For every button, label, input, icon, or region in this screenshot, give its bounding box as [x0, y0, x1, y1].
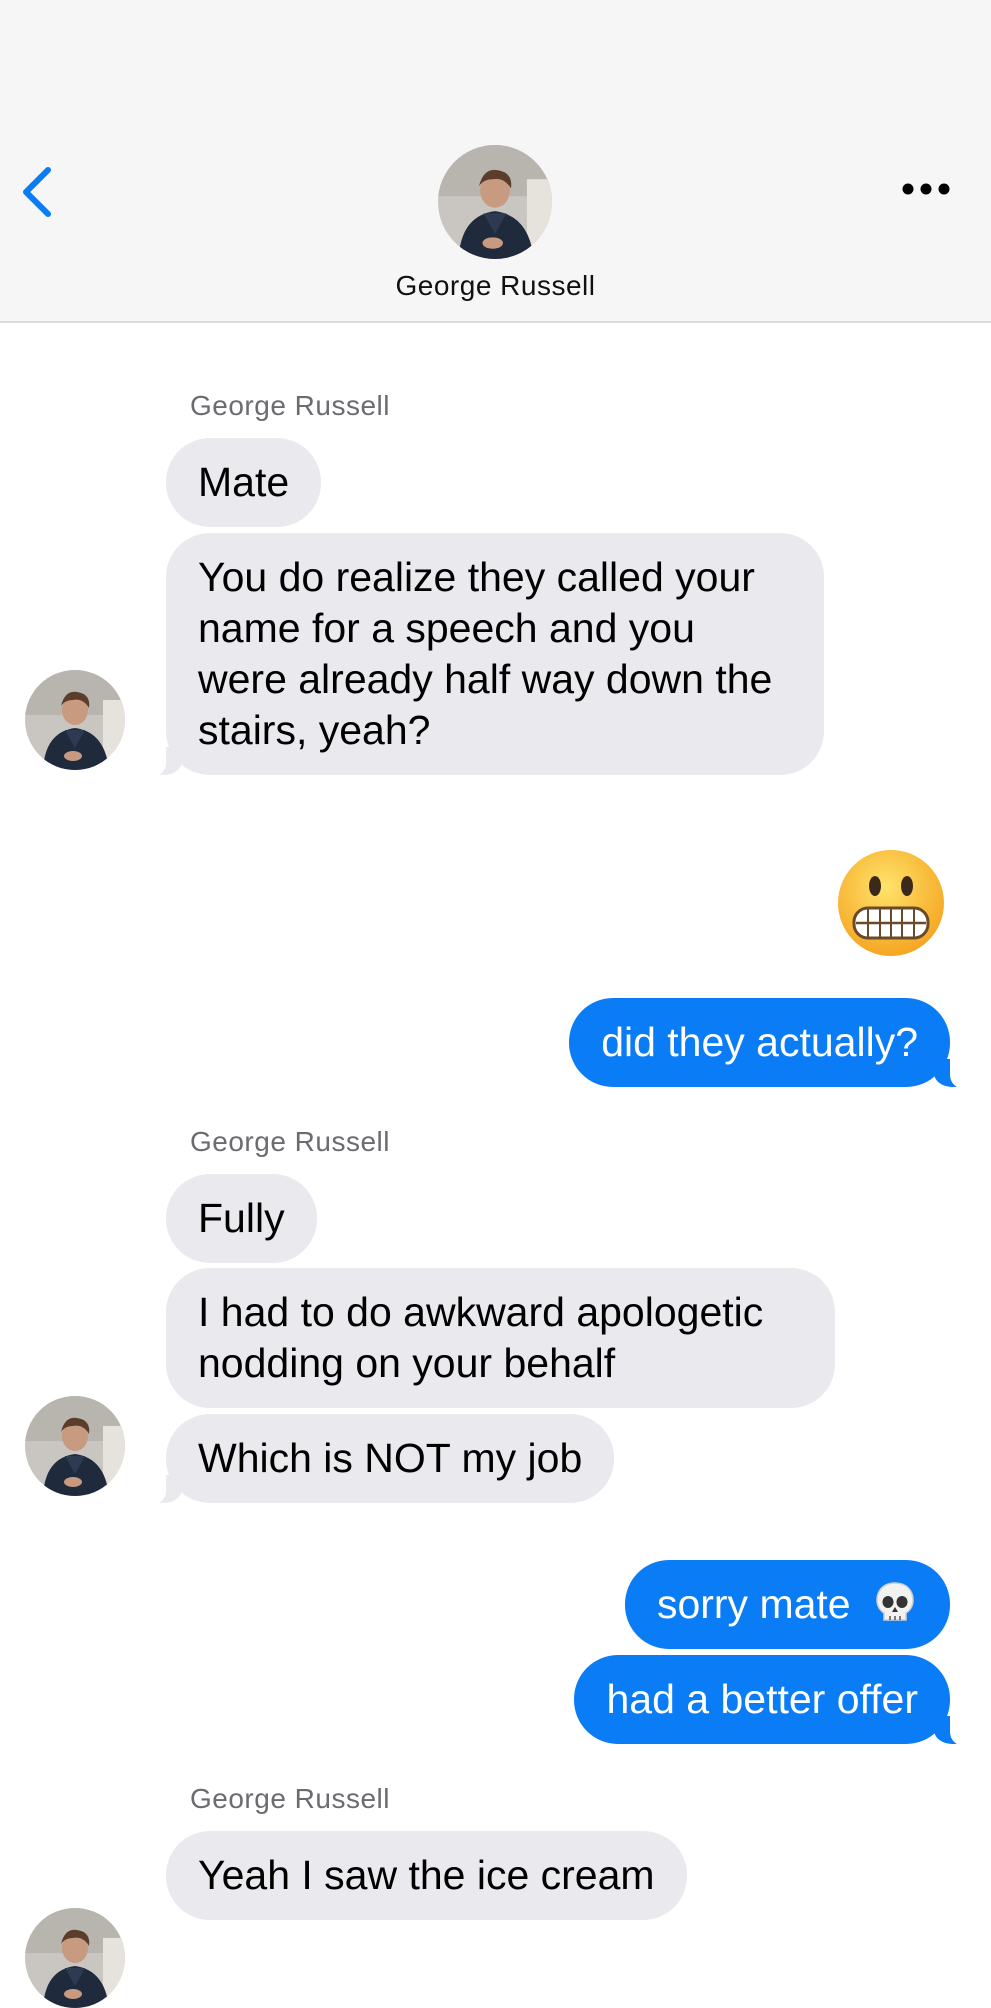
contact-name[interactable]: George Russell [0, 270, 991, 302]
outgoing-message[interactable]: sorry mate [624, 1560, 950, 1649]
ellipsis-icon [902, 183, 950, 195]
sender-name: George Russell [190, 390, 390, 421]
sender-name: George Russell [190, 1783, 390, 1814]
outgoing-message[interactable]: had a better offer [574, 1655, 972, 1746]
sender-avatar [25, 1396, 125, 1496]
incoming-message[interactable]: Fully [166, 1174, 317, 1263]
back-button[interactable] [18, 166, 58, 218]
incoming-message[interactable]: Mate [166, 438, 322, 527]
sender-name: George Russell [190, 1126, 390, 1157]
outgoing-message[interactable]: did they actually? [569, 998, 972, 1089]
incoming-message[interactable]: You do realize they called your name for… [144, 533, 824, 777]
incoming-message[interactable]: I had to do awkward apologetic nodding o… [166, 1268, 835, 1408]
message-text: sorry mate [656, 1581, 851, 1627]
contact-avatar[interactable] [438, 145, 552, 259]
more-options-button[interactable] [900, 176, 952, 202]
incoming-message[interactable]: Which is NOT my job [143, 1414, 615, 1505]
sender-avatar [25, 1908, 125, 2008]
sender-avatar [25, 670, 125, 770]
grimacing-face-emoji[interactable] [836, 848, 946, 958]
skull-emoji [876, 1582, 914, 1621]
conversation-header: George Russell [0, 0, 991, 323]
chevron-left-icon [23, 167, 51, 217]
incoming-message[interactable]: Yeah I saw the ice cream [166, 1831, 687, 1920]
